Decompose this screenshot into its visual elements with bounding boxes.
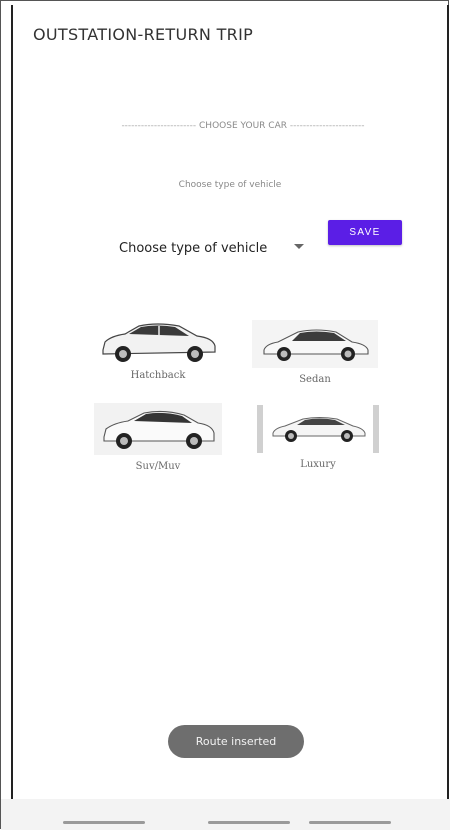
toast-message: Route inserted bbox=[168, 725, 304, 758]
save-button[interactable]: SAVE bbox=[328, 220, 402, 245]
car-option-sedan[interactable]: Sedan bbox=[250, 320, 380, 385]
nav-back-handle[interactable] bbox=[63, 821, 145, 824]
car-label-suv: Suv/Muv bbox=[135, 461, 181, 472]
car-option-luxury[interactable]: Luxury bbox=[253, 405, 383, 470]
vehicle-hint: Choose type of vehicle bbox=[178, 180, 282, 190]
page-title: OUTSTATION-RETURN TRIP bbox=[33, 25, 254, 44]
divider-left: ----------------------- bbox=[121, 121, 197, 131]
suv-car-icon[interactable] bbox=[94, 403, 222, 455]
section-header: ----------------------- CHOOSE YOUR CAR … bbox=[83, 121, 403, 131]
car-label-hatchback: Hatchback bbox=[130, 370, 186, 381]
app-screen: OUTSTATION-RETURN TRIP -----------------… bbox=[11, 5, 449, 799]
nav-recents-handle[interactable] bbox=[309, 821, 391, 824]
car-option-suv[interactable]: Suv/Muv bbox=[93, 403, 223, 472]
device-frame: OUTSTATION-RETURN TRIP -----------------… bbox=[0, 0, 450, 830]
vehicle-type-select[interactable]: Choose type of vehicle bbox=[119, 237, 311, 259]
luxury-car-icon[interactable] bbox=[257, 405, 379, 453]
nav-home-handle[interactable] bbox=[208, 821, 290, 824]
section-title: CHOOSE YOUR CAR bbox=[199, 121, 287, 131]
car-label-luxury: Luxury bbox=[300, 459, 336, 470]
car-option-hatchback[interactable]: Hatchback bbox=[93, 318, 223, 381]
car-label-sedan: Sedan bbox=[299, 374, 331, 385]
dropdown-caret-icon[interactable] bbox=[294, 244, 304, 249]
system-nav-bar bbox=[1, 799, 450, 830]
hatchback-car-icon[interactable] bbox=[95, 318, 221, 366]
sedan-car-icon[interactable] bbox=[252, 320, 378, 368]
vehicle-type-value: Choose type of vehicle bbox=[119, 240, 268, 256]
divider-right: ----------------------- bbox=[289, 121, 365, 131]
